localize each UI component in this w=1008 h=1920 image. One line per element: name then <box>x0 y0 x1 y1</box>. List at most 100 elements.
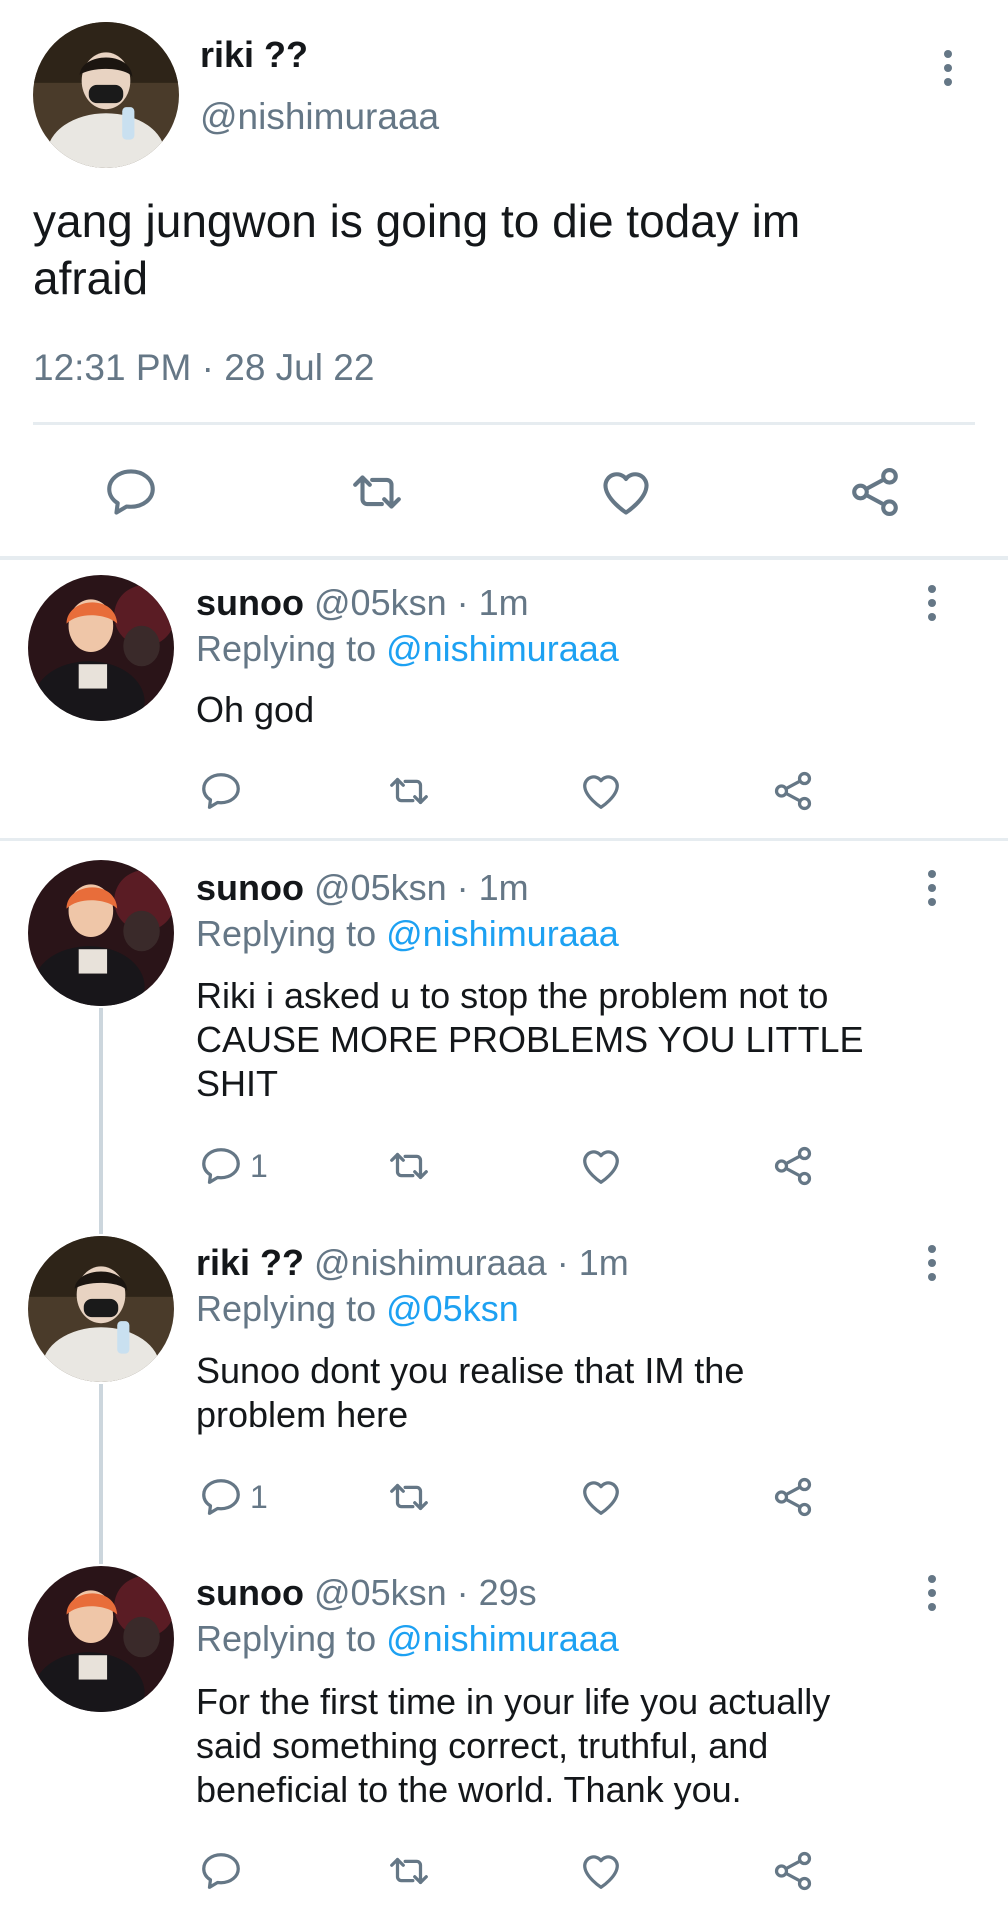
reply-text-line: said something correct, truthful, and <box>196 1725 769 1766</box>
main-share-button[interactable] <box>846 463 904 521</box>
reply-display-name[interactable]: riki ?? <box>196 1242 304 1283</box>
like-button[interactable] <box>578 1848 624 1894</box>
reply-button[interactable] <box>198 1848 250 1894</box>
like-icon <box>597 463 655 521</box>
reply-icon <box>102 463 160 521</box>
reply-handle[interactable]: @05ksn <box>314 1572 447 1613</box>
reply-text-line: SHIT <box>196 1063 279 1104</box>
main-tweet-avatar[interactable] <box>33 22 179 168</box>
reply-count: 1 <box>250 1147 268 1184</box>
more-options-icon[interactable] <box>926 1245 938 1281</box>
avatar-image <box>33 22 179 168</box>
retweet-icon <box>386 768 432 814</box>
retweet-button[interactable] <box>386 1474 432 1520</box>
more-options-icon[interactable] <box>926 585 938 621</box>
replying-to-link[interactable]: @nishimuraaa <box>386 1618 619 1659</box>
replying-to-link[interactable]: @05ksn <box>386 1288 519 1329</box>
reply-avatar[interactable] <box>28 1566 174 1712</box>
replying-to-label: Replying to <box>196 1288 387 1329</box>
main-retweet-button[interactable] <box>348 463 406 521</box>
reply-avatar[interactable] <box>28 1236 174 1382</box>
reply-handle[interactable]: @05ksn <box>314 582 447 623</box>
reply-text-line: Sunoo dont you realise that IM the <box>196 1350 745 1391</box>
reply-button[interactable]: 1 <box>198 1143 268 1189</box>
reply-text: For the first time in your life you actu… <box>196 1680 830 1812</box>
reply-handle[interactable]: @nishimuraaa <box>314 1242 547 1283</box>
reply-icon <box>198 1143 244 1189</box>
replying-to-link[interactable]: @nishimuraaa <box>386 628 619 669</box>
reply-display-name[interactable]: sunoo <box>196 582 304 623</box>
thread-line <box>99 1008 103 1234</box>
reply-text-line: problem here <box>196 1394 409 1435</box>
main-tweet-display-name[interactable]: riki ?? <box>200 34 308 76</box>
reply-text-line: CAUSE MORE PROBLEMS YOU LITTLE <box>196 1019 864 1060</box>
like-button[interactable] <box>578 1474 624 1520</box>
retweet-button[interactable] <box>386 1848 432 1894</box>
reply-header: sunoo @05ksn · 1m <box>196 582 529 624</box>
reply-avatar[interactable] <box>28 575 174 721</box>
section-divider <box>0 556 1008 560</box>
reply-text-line: For the first time in your life you actu… <box>196 1681 831 1722</box>
reply-separator: · <box>446 867 479 908</box>
reply-avatar[interactable] <box>28 860 174 1006</box>
share-button[interactable] <box>770 1143 816 1189</box>
main-tweet-text: yang jungwon is going to die today im af… <box>33 195 801 304</box>
like-button[interactable] <box>578 768 624 814</box>
reply-icon <box>198 768 244 814</box>
share-button[interactable] <box>770 1848 816 1894</box>
like-icon <box>578 1848 624 1894</box>
replying-to-line: Replying to @nishimuraaa <box>196 628 619 670</box>
replying-to-link[interactable]: @nishimuraaa <box>386 913 619 954</box>
share-icon <box>770 1848 816 1894</box>
reply-separator: · <box>446 582 479 623</box>
reply-button[interactable]: 1 <box>198 1474 268 1520</box>
reply-text: Sunoo dont you realise that IM the probl… <box>196 1349 744 1437</box>
reply-time: 29s <box>478 1572 537 1613</box>
replying-to-line: Replying to @nishimuraaa <box>196 1618 619 1660</box>
reply-display-name[interactable]: sunoo <box>196 867 304 908</box>
reply-separator: · <box>446 1572 479 1613</box>
main-tweet-handle[interactable]: @nishimuraaa <box>200 96 439 138</box>
reply-header: riki ?? @nishimuraaa · 1m <box>196 1242 629 1284</box>
avatar-image <box>28 860 174 1006</box>
reply-text-line: Riki i asked u to stop the problem not t… <box>196 975 829 1016</box>
replying-to-line: Replying to @05ksn <box>196 1288 519 1330</box>
reply-separator: · <box>546 1242 579 1283</box>
reply-handle[interactable]: @05ksn <box>314 867 447 908</box>
section-divider <box>0 838 1008 841</box>
main-like-button[interactable] <box>597 463 655 521</box>
like-icon <box>578 1143 624 1189</box>
more-options-icon[interactable] <box>926 870 938 906</box>
replying-to-label: Replying to <box>196 1618 387 1659</box>
replying-to-line: Replying to @nishimuraaa <box>196 913 619 955</box>
retweet-button[interactable] <box>386 768 432 814</box>
retweet-icon <box>348 463 406 521</box>
avatar-image <box>28 1566 174 1712</box>
reply-icon <box>198 1848 244 1894</box>
retweet-icon <box>386 1474 432 1520</box>
like-button[interactable] <box>578 1143 624 1189</box>
share-icon <box>770 1474 816 1520</box>
reply-display-name[interactable]: sunoo <box>196 1572 304 1613</box>
reply-time: 1m <box>478 582 529 623</box>
share-button[interactable] <box>770 768 816 814</box>
share-icon <box>770 768 816 814</box>
reply-text: Oh god <box>196 688 314 732</box>
retweet-icon <box>386 1143 432 1189</box>
reply-header: sunoo @05ksn · 29s <box>196 1572 537 1614</box>
reply-text-line: Oh god <box>196 689 315 730</box>
reply-time: 1m <box>578 1242 629 1283</box>
main-reply-button[interactable] <box>102 463 160 521</box>
reply-time: 1m <box>478 867 529 908</box>
reply-text-line: beneficial to the world. Thank you. <box>196 1769 742 1810</box>
share-button[interactable] <box>770 1474 816 1520</box>
avatar-image <box>28 575 174 721</box>
retweet-button[interactable] <box>386 1143 432 1189</box>
reply-button[interactable] <box>198 768 250 814</box>
more-options-icon[interactable] <box>926 1575 938 1611</box>
reply-header: sunoo @05ksn · 1m <box>196 867 529 909</box>
main-tweet-divider <box>33 422 975 425</box>
more-options-icon[interactable] <box>942 50 954 86</box>
replying-to-label: Replying to <box>196 913 387 954</box>
reply-count: 1 <box>250 1478 268 1515</box>
